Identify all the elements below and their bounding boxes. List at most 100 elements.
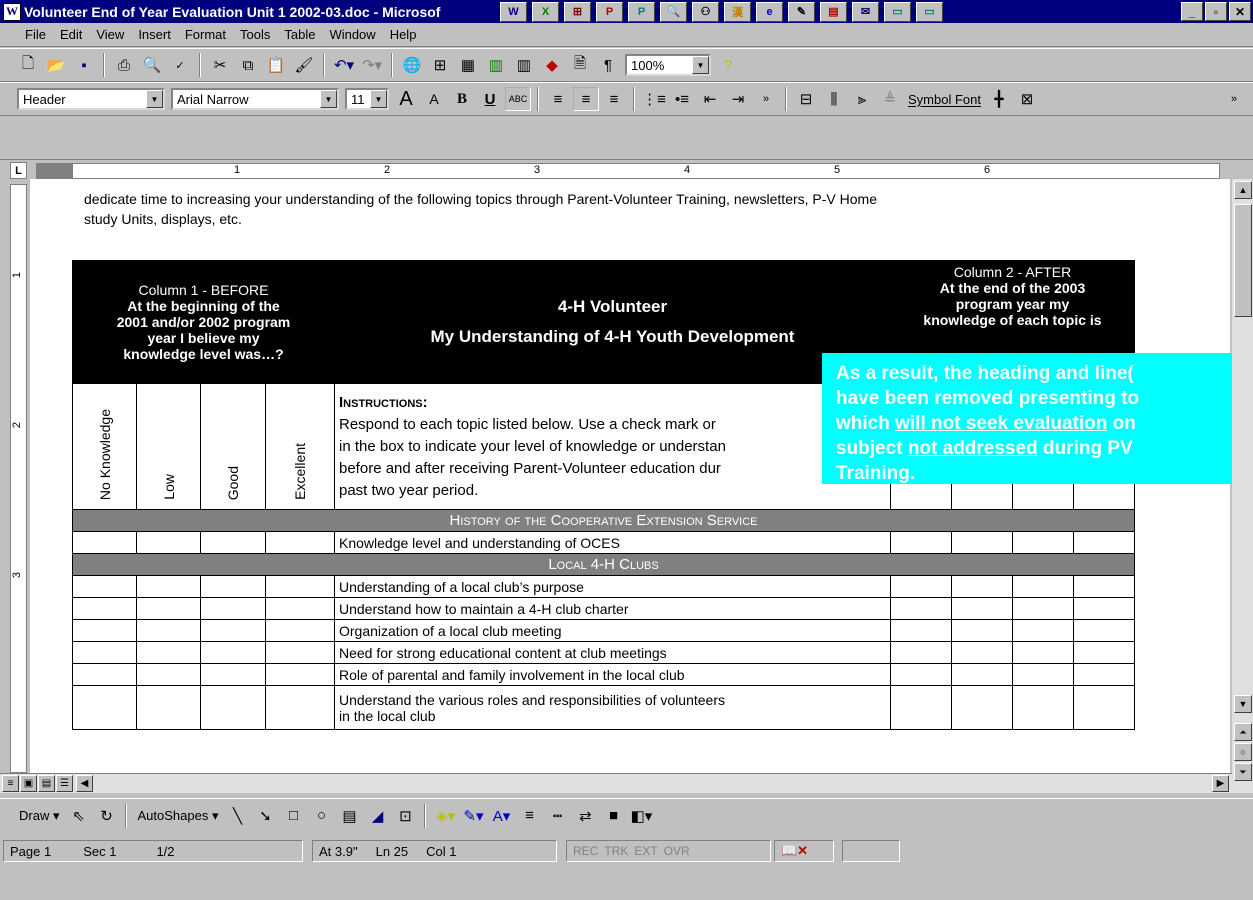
increase-indent-icon[interactable]: ⇥ [725,87,751,111]
open-folder-icon[interactable]: 📂 [43,53,69,77]
tab-selector-icon[interactable]: L [10,162,27,179]
3d-icon[interactable]: ◧▾ [628,804,654,828]
print-icon[interactable]: ⎙ [111,53,137,77]
redo-icon[interactable]: ↷▾ [359,53,385,77]
insert-symbol-icon[interactable]: ⊠ [1014,87,1040,111]
previous-page-icon[interactable]: ⏶ [1234,723,1252,741]
spelling-icon[interactable]: ✓ [167,53,193,77]
chevron-down-icon[interactable]: ▼ [146,90,163,108]
zoom-select[interactable]: 100% ▼ [625,54,711,76]
draw-menu-button[interactable]: Draw ▾ [19,808,59,824]
font-select[interactable]: Arial Narrow ▼ [171,88,339,110]
next-page-icon[interactable]: ⏷ [1234,763,1252,781]
scroll-thumb[interactable] [1234,204,1252,317]
wordart-icon[interactable]: ◢ [364,804,390,828]
select-browse-object-icon[interactable]: ○ [1234,743,1252,761]
show-hide-icon[interactable]: ¶ [595,53,621,77]
chevron-down-icon[interactable]: ▼ [320,90,337,108]
vertical-scrollbar[interactable]: ▲ ▼ ⏶ ○ ⏷ [1232,179,1253,793]
drawing-icon[interactable]: ◆ [539,53,565,77]
bold-icon[interactable]: B [449,87,475,111]
print-preview-icon[interactable]: 🔍 [139,53,165,77]
fill-color-icon[interactable]: ◈▾ [432,804,458,828]
scroll-up-icon[interactable]: ▲ [1234,181,1252,199]
new-document-icon[interactable]: 🗋 [15,53,41,77]
document-map-icon[interactable]: 🗎 [567,53,593,77]
ovr-indicator[interactable]: OVR [664,844,690,858]
scroll-down-icon[interactable]: ▼ [1234,695,1252,713]
publisher-icon[interactable]: P [628,1,655,22]
web-layout-icon[interactable]: ▣ [20,775,37,792]
menu-help[interactable]: Help [383,27,424,42]
align-center-icon[interactable]: ≡ [573,87,599,111]
style-select[interactable]: Header ▼ [17,88,165,110]
line-style-icon[interactable]: ≡ [516,804,542,828]
line-icon[interactable]: ╲ [224,804,250,828]
autoshapes-menu-button[interactable]: AutoShapes ▾ [137,808,218,824]
columns-icon[interactable]: ▥ [511,53,537,77]
shrink-font-icon[interactable]: A [421,87,447,111]
rotate-text-icon[interactable]: ⫸ [849,87,875,111]
insert-table-icon[interactable]: ▦ [455,53,481,77]
powerpoint-icon[interactable]: P [596,1,623,22]
grow-font-icon[interactable]: A [393,87,419,111]
arrow-icon[interactable]: ➘ [252,804,278,828]
symbol-font-button[interactable]: Symbol Font [908,92,981,107]
access-icon[interactable]: ⊞ [564,1,591,22]
small-caps-icon[interactable]: ABC [505,87,531,111]
menu-window[interactable]: Window [322,27,382,42]
help-icon[interactable]: ? [715,53,741,77]
clip-art-icon[interactable]: ⊡ [392,804,418,828]
text-direction-icon[interactable]: ⊟ [793,87,819,111]
menu-table[interactable]: Table [277,27,322,42]
arrow-style-icon[interactable]: ⇄ [572,804,598,828]
menu-file[interactable]: File [18,27,53,42]
chevron-down-icon[interactable]: ▼ [370,90,387,108]
horizontal-ruler[interactable]: 1 2 3 4 5 6 [36,163,1220,179]
menu-edit[interactable]: Edit [53,27,89,42]
trk-indicator[interactable]: TRK [604,844,628,858]
crosshair-icon[interactable]: ╋ [986,87,1012,111]
ime-icon[interactable]: 漢 [724,1,751,22]
oval-icon[interactable]: ○ [308,804,334,828]
word-icon[interactable]: W [500,1,527,22]
find-icon[interactable]: 🔍 [660,1,687,22]
font-color-icon[interactable]: A▾ [488,804,514,828]
menu-format[interactable]: Format [178,27,233,42]
align-right-icon[interactable]: ≡ [601,87,627,111]
outline-view-icon[interactable]: ☰ [56,775,73,792]
insert-excel-icon[interactable]: ▥ [483,53,509,77]
paste-icon[interactable]: 📋 [263,53,289,77]
select-objects-icon[interactable]: ⇖ [65,804,91,828]
minimize-button[interactable]: _ [1181,2,1203,21]
free-rotate-icon[interactable]: ↻ [93,804,119,828]
chevron-down-icon[interactable]: ▼ [692,56,709,74]
dash-style-icon[interactable]: ┅ [544,804,570,828]
more-buttons-icon[interactable]: » [753,87,779,111]
rec-indicator[interactable]: REC [573,844,598,858]
vertical-text-icon[interactable]: ⫼ [821,87,847,111]
excel-icon[interactable]: X [532,1,559,22]
ie-icon[interactable]: e [756,1,783,22]
pen-icon[interactable]: ✎ [788,1,815,22]
line-color-icon[interactable]: ✎▾ [460,804,486,828]
font-size-select[interactable]: 11 ▼ [345,88,389,110]
copy-icon[interactable]: ⧉ [235,53,261,77]
align-left-icon[interactable]: ≡ [545,87,571,111]
window-icon-2[interactable]: ▭ [916,1,943,22]
tables-borders-icon[interactable]: ⊞ [427,53,453,77]
format-painter-icon[interactable]: 🖌 [291,53,317,77]
shadow-icon[interactable]: ■ [600,804,626,828]
binoculars-icon[interactable]: ⚇ [692,1,719,22]
vertical-ruler[interactable]: 1 2 3 [10,184,27,773]
cut-icon[interactable]: ✂ [207,53,233,77]
print-layout-icon[interactable]: ▤ [38,775,55,792]
text-box-icon[interactable]: ▤ [336,804,362,828]
toolbar-options-icon[interactable]: » [1221,87,1247,111]
restore-button[interactable]: ▫ [1205,2,1227,21]
distribute-icon[interactable]: ≜ [877,87,903,111]
hyperlink-icon[interactable]: 🌐 [399,53,425,77]
menu-tools[interactable]: Tools [233,27,277,42]
horizontal-scrollbar[interactable]: ≡ ▣ ▤ ☰ ◀ ▶ [0,773,1232,793]
chart-icon[interactable]: ▤ [820,1,847,22]
